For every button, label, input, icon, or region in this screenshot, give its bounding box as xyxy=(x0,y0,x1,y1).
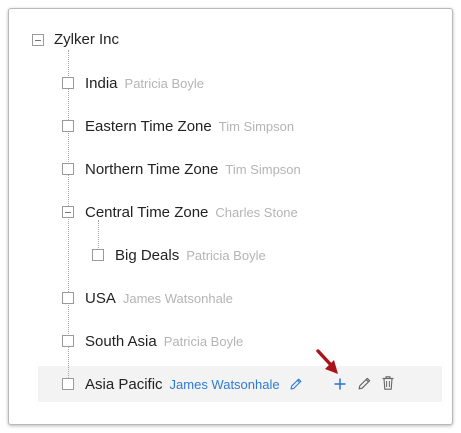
tree-node-big-deals[interactable]: Big Deals Patricia Boyle xyxy=(115,245,266,265)
node-checkbox-south-asia[interactable] xyxy=(62,335,74,347)
tree-node-northern-time-zone[interactable]: Northern Time Zone Tim Simpson xyxy=(85,159,301,179)
node-checkbox-eastern-time-zone[interactable] xyxy=(62,120,74,132)
node-checkbox-big-deals[interactable] xyxy=(92,249,104,261)
pencil-icon[interactable] xyxy=(289,377,303,391)
tree-node-eastern-time-zone[interactable]: Eastern Time Zone Tim Simpson xyxy=(85,116,294,136)
red-arrow-annotation xyxy=(316,349,338,374)
tree-node-central-time-zone[interactable]: Central Time Zone Charles Stone xyxy=(85,202,298,222)
node-checkbox-india[interactable] xyxy=(62,77,74,89)
node-checkbox-usa[interactable] xyxy=(62,292,74,304)
node-checkbox-asia-pacific[interactable] xyxy=(62,378,74,390)
plus-icon[interactable] xyxy=(333,377,347,391)
node-owner: Charles Stone xyxy=(215,204,298,220)
node-owner: Patricia Boyle xyxy=(124,75,205,91)
collapse-toggle-central-time-zone[interactable] xyxy=(62,206,74,218)
node-name: South Asia xyxy=(85,332,157,350)
collapse-toggle-root[interactable] xyxy=(32,34,44,46)
node-owner-link[interactable]: James Watsonhale xyxy=(170,377,280,392)
node-name: Northern Time Zone xyxy=(85,160,219,178)
tree-node-india[interactable]: India Patricia Boyle xyxy=(85,73,204,93)
tree-node-asia-pacific[interactable]: Asia Pacific James Watsonhale xyxy=(85,374,280,394)
node-owner: Patricia Boyle xyxy=(186,247,266,263)
node-name: India xyxy=(85,74,118,92)
node-owner: Tim Simpson xyxy=(225,161,301,177)
tree-node-usa[interactable]: USA James Watsonhale xyxy=(85,288,233,308)
node-owner: Tim Simpson xyxy=(218,118,295,134)
tree-node-south-asia[interactable]: South Asia Patricia Boyle xyxy=(85,331,243,351)
tree-root-label: Zylker Inc xyxy=(54,31,120,48)
node-owner: Patricia Boyle xyxy=(163,333,244,349)
node-name: USA xyxy=(85,289,116,307)
trash-icon[interactable] xyxy=(381,375,395,391)
node-name: Eastern Time Zone xyxy=(85,117,212,135)
node-owner: James Watsonhale xyxy=(122,290,233,306)
node-name: Asia Pacific xyxy=(85,375,163,393)
node-checkbox-northern-time-zone[interactable] xyxy=(62,163,74,175)
pencil-icon[interactable] xyxy=(357,376,372,391)
node-name: Central Time Zone xyxy=(85,203,209,221)
node-name: Big Deals xyxy=(115,246,180,264)
